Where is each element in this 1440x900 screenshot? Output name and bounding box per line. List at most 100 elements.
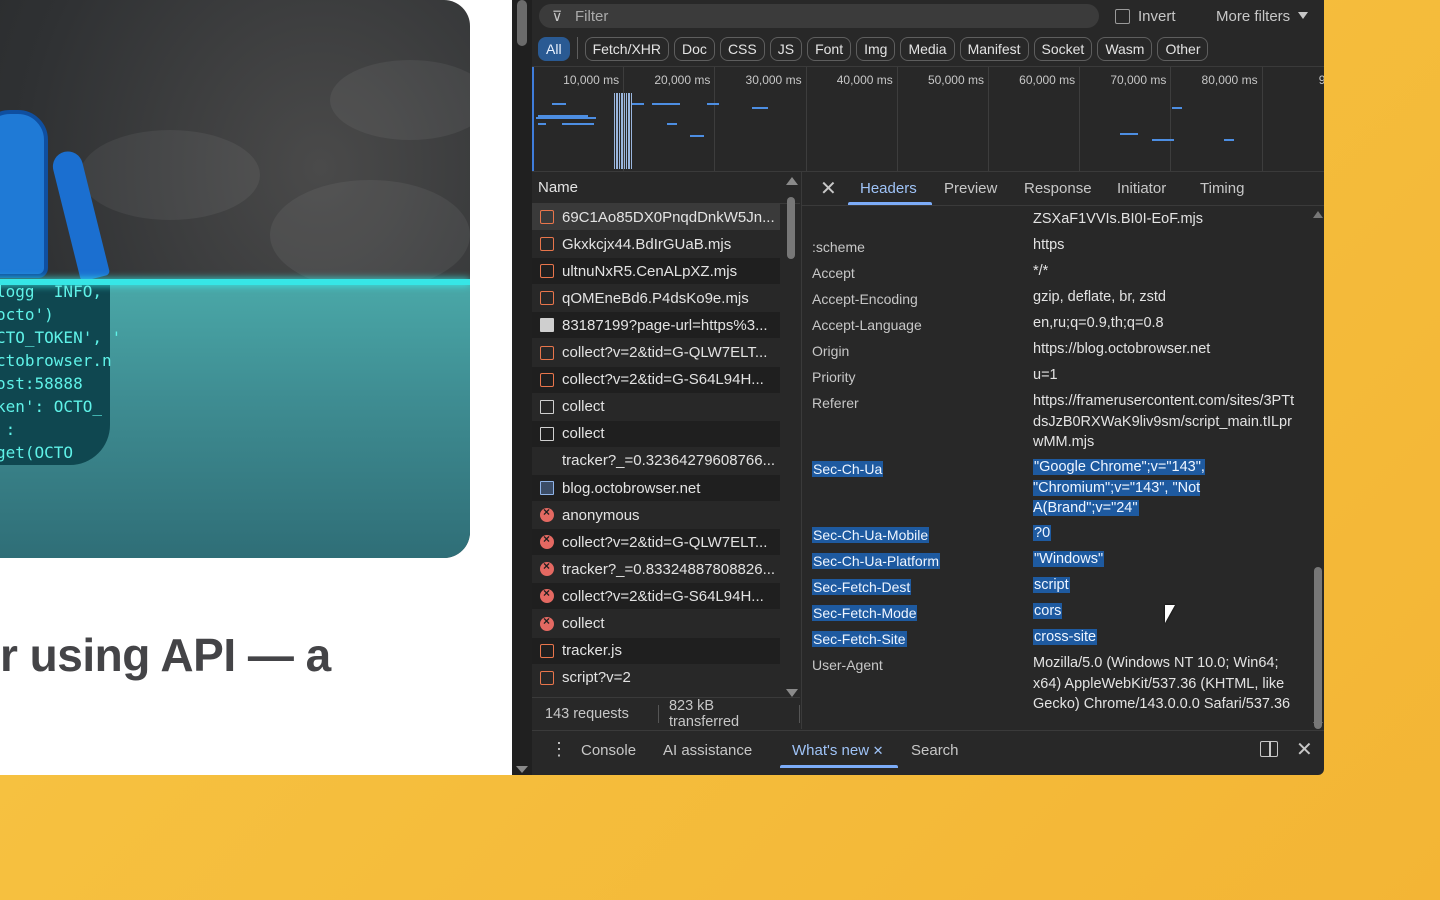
- drawer-tab-label: Search: [911, 742, 959, 759]
- type-filter-fetch-xhr[interactable]: Fetch/XHR: [584, 37, 670, 61]
- request-row[interactable]: 83187199?page-url=https%3...: [532, 312, 780, 339]
- drawer-tab-ai-assistance[interactable]: AI assistance: [663, 742, 752, 759]
- invert-toggle[interactable]: Invert: [1115, 8, 1176, 25]
- dock-side-icon[interactable]: [1260, 741, 1278, 757]
- timeline-request-bar: [1152, 139, 1174, 141]
- script-icon: [540, 670, 554, 685]
- resource-type-filters: All Fetch/XHR Doc CSS JS Font Img Media Manifest…: [538, 37, 1209, 61]
- error-icon: [540, 532, 554, 550]
- scroll-thumb[interactable]: [787, 197, 795, 259]
- request-row[interactable]: tracker?_=0.32364279608766...: [532, 448, 780, 474]
- header-value-text: "Windows": [1033, 551, 1105, 567]
- script-icon: [540, 210, 554, 224]
- type-filter-media[interactable]: Media: [900, 37, 955, 61]
- type-filter-css[interactable]: CSS: [719, 37, 765, 61]
- scroll-up-arrow-icon[interactable]: [786, 177, 798, 185]
- drawer-tab-search[interactable]: Search: [911, 742, 959, 759]
- detail-scrollbar[interactable]: [1313, 211, 1323, 731]
- type-filter-doc[interactable]: Doc: [674, 37, 715, 61]
- script-icon: [540, 372, 554, 387]
- request-row[interactable]: Gkxkcjx44.BdIrGUaB.mjs: [532, 231, 780, 257]
- timeline-tick-label: 90,00: [1318, 73, 1324, 87]
- type-filter-js[interactable]: JS: [769, 37, 803, 61]
- scroll-thumb[interactable]: [1314, 567, 1322, 729]
- invert-checkbox[interactable]: [1115, 9, 1130, 24]
- type-filter-manifest[interactable]: Manifest: [959, 37, 1029, 61]
- tab-headers[interactable]: Headers: [860, 180, 917, 197]
- request-row[interactable]: collect?v=2&tid=G-S64L94H...: [532, 366, 780, 393]
- header-name: Origin: [812, 343, 850, 359]
- active-drawer-tab-indicator: [780, 765, 898, 768]
- more-options-icon[interactable]: ⋮: [550, 739, 568, 760]
- request-row[interactable]: anonymous: [532, 502, 780, 528]
- request-row[interactable]: ultnuNxR5.CenALpXZ.mjs: [532, 258, 780, 285]
- more-filters-dropdown[interactable]: More filters: [1216, 8, 1309, 25]
- timeline-tick: 20,000 ms: [623, 67, 716, 171]
- header-name: Sec-Ch-Ua-Platform: [812, 553, 941, 569]
- close-drawer-icon[interactable]: ✕: [1296, 737, 1313, 762]
- name-column-label: Name: [538, 179, 579, 196]
- page-scrollbar[interactable]: [512, 0, 532, 775]
- request-row[interactable]: blog.octobrowser.net: [532, 475, 780, 501]
- header-value-text: cors: [1033, 603, 1063, 619]
- type-filter-img[interactable]: Img: [856, 37, 896, 61]
- request-row[interactable]: tracker?_=0.83324887808826...: [532, 556, 780, 582]
- close-icon[interactable]: ✕: [820, 176, 837, 201]
- mouse-cursor-icon: [1165, 605, 1175, 623]
- filter-input[interactable]: ⊽ Filter: [539, 4, 1099, 28]
- code-line: ctobrowser.n: [0, 351, 112, 370]
- header-name: Accept-Language: [812, 317, 922, 333]
- octopus-head-graphic: [0, 110, 48, 278]
- request-row[interactable]: collect?v=2&tid=G-QLW7ELT...: [532, 529, 780, 556]
- tab-initiator[interactable]: Initiator: [1117, 180, 1166, 197]
- timeline-request-bar: [538, 123, 546, 125]
- network-overview-timeline[interactable]: 10,000 ms 20,000 ms 30,000 ms 40,000 ms 50,0…: [532, 66, 1324, 172]
- timeline-request-bar: [562, 123, 594, 125]
- tab-response[interactable]: Response: [1024, 180, 1092, 197]
- request-row[interactable]: collect: [532, 394, 780, 420]
- scroll-down-arrow-icon[interactable]: [1313, 722, 1323, 729]
- blog-title: r using API — a: [0, 629, 331, 681]
- timeline-request-bar: [630, 93, 633, 169]
- header-value-text: "Google Chrome";v="143", "Chromium";v="1…: [1033, 459, 1205, 516]
- header-name: :scheme: [812, 239, 865, 255]
- timeline-tick: 10,000 ms: [532, 67, 625, 171]
- drawer-tab-what-s-new[interactable]: What's new ✕: [792, 742, 884, 759]
- timeline-tick-label: 20,000 ms: [654, 73, 711, 87]
- header-name: Accept-Encoding: [812, 291, 918, 307]
- scroll-up-arrow-icon[interactable]: [1313, 211, 1323, 218]
- timeline-request-bar: [652, 103, 680, 105]
- timeline-tick: 70,000 ms: [1079, 67, 1172, 171]
- request-list-scrollbar[interactable]: [784, 173, 798, 697]
- request-row[interactable]: 69C1Ao85DX0PnqdDnkW5Jn...: [532, 204, 780, 230]
- request-name: collect?v=2&tid=G-QLW7ELT...: [562, 533, 768, 551]
- code-line: CTO_TOKEN', ': [0, 328, 122, 347]
- request-name: qOMEneBd6.P4dsKo9e.mjs: [562, 289, 749, 307]
- request-name: script?v=2: [562, 669, 631, 687]
- more-filters-label: More filters: [1216, 8, 1291, 25]
- type-filter-other[interactable]: Other: [1157, 37, 1209, 61]
- tab-timing[interactable]: Timing: [1200, 180, 1244, 197]
- drawer-tab-console[interactable]: Console: [581, 742, 636, 759]
- type-filter-wasm[interactable]: Wasm: [1097, 37, 1153, 61]
- type-filter-all[interactable]: All: [538, 37, 570, 61]
- name-column-header[interactable]: Name: [532, 171, 800, 204]
- header-name-text: Sec-Ch-Ua: [812, 461, 884, 477]
- request-row[interactable]: collect?v=2&tid=G-S64L94H...: [532, 583, 780, 610]
- header-value: "Google Chrome";v="143", "Chromium";v="1…: [1033, 457, 1301, 519]
- request-row[interactable]: script?v=2: [532, 665, 780, 691]
- tab-preview[interactable]: Preview: [944, 180, 997, 197]
- request-row[interactable]: collect: [532, 420, 780, 447]
- scroll-down-arrow-icon[interactable]: [786, 689, 798, 697]
- request-row[interactable]: qOMEneBd6.P4dsKo9e.mjs: [532, 285, 780, 311]
- header-value-text: ?0: [1033, 525, 1052, 541]
- request-row[interactable]: collect: [532, 611, 780, 637]
- request-row[interactable]: collect?v=2&tid=G-QLW7ELT...: [532, 340, 780, 366]
- header-name-text: Sec-Ch-Ua-Platform: [812, 553, 941, 569]
- request-row[interactable]: tracker.js: [532, 637, 780, 664]
- close-tab-icon[interactable]: ✕: [869, 743, 884, 758]
- type-filter-socket[interactable]: Socket: [1033, 37, 1093, 61]
- timeline-tick-label: 40,000 ms: [836, 73, 893, 87]
- header-name-text: Sec-Fetch-Site: [812, 631, 907, 647]
- type-filter-font[interactable]: Font: [807, 37, 852, 61]
